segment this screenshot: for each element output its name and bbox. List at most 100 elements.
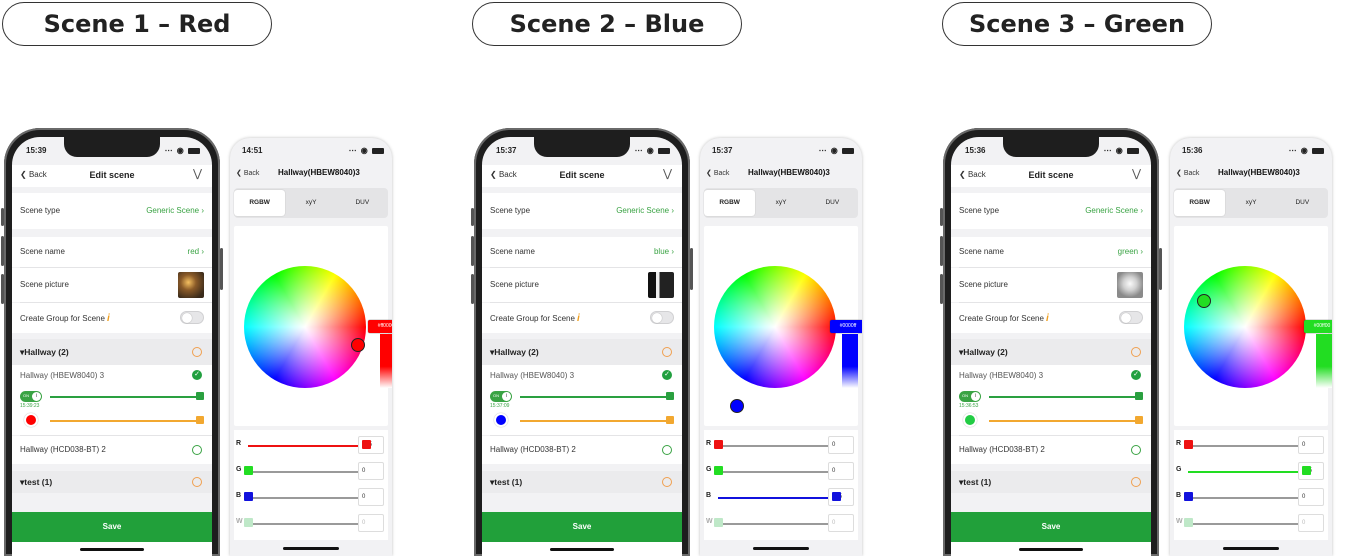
brightness-slider[interactable] [520, 396, 668, 398]
color-temp-slider[interactable] [989, 420, 1137, 422]
checkmark-icon[interactable]: ✓ [662, 370, 672, 380]
tab-xyy[interactable]: xyY [755, 190, 806, 216]
brightness-slider-handle[interactable] [666, 392, 674, 400]
tab-xyy[interactable]: xyY [285, 190, 336, 216]
group-select-circle[interactable] [1131, 347, 1141, 357]
double-chevron-down-icon[interactable]: ⋁ [663, 167, 672, 180]
brightness-bar[interactable] [842, 334, 858, 388]
back-button[interactable]: ❮ Back [706, 169, 729, 177]
tab-duv[interactable]: DUV [807, 190, 858, 216]
group-header[interactable]: ▾Hallway (2) [951, 339, 1151, 365]
slider-track[interactable] [248, 523, 370, 525]
scene-name-row[interactable]: Scene name green › [951, 237, 1151, 267]
info-icon[interactable]: i [1046, 313, 1049, 324]
brightness-slider-handle[interactable] [196, 392, 204, 400]
color-temp-slider[interactable] [50, 420, 198, 422]
color-wheel[interactable] [244, 266, 366, 388]
slider-track[interactable] [248, 471, 370, 473]
slider-track[interactable] [1188, 523, 1310, 525]
slider-handle[interactable] [714, 518, 723, 527]
save-button[interactable]: Save [482, 512, 682, 542]
slider-handle[interactable] [1184, 440, 1193, 449]
scene-picture-thumbnail[interactable] [178, 272, 204, 298]
channel-value-input[interactable]: 0 [828, 462, 854, 480]
slider-handle[interactable] [714, 466, 723, 475]
device-on-toggle[interactable]: ON i [490, 391, 512, 402]
slider-handle[interactable] [244, 466, 253, 475]
color-temp-slider-handle[interactable] [1135, 416, 1143, 424]
slider-handle[interactable] [244, 518, 253, 527]
slider-handle[interactable] [1184, 518, 1193, 527]
slider-track[interactable] [1188, 445, 1310, 447]
device-color-dot[interactable] [494, 413, 508, 427]
group-select-circle[interactable] [192, 347, 202, 357]
color-wheel-handle[interactable] [1197, 294, 1211, 308]
group-select-circle[interactable] [662, 477, 672, 487]
device-select-circle[interactable] [662, 445, 672, 455]
tab-rgbw[interactable]: RGBW [1174, 190, 1226, 216]
channel-value-input[interactable]: 0 [828, 436, 854, 454]
double-chevron-down-icon[interactable]: ⋁ [193, 167, 202, 180]
scene-type-row[interactable]: Scene type Generic Scene › [951, 193, 1151, 229]
slider-track[interactable] [248, 445, 370, 447]
tab-xyy[interactable]: xyY [1225, 190, 1276, 216]
info-icon[interactable]: i [577, 313, 580, 324]
channel-value-input[interactable]: 0 [1298, 514, 1324, 532]
tab-duv[interactable]: DUV [1277, 190, 1328, 216]
device-row[interactable]: Hallway (HCD038-BT) 2 [482, 436, 682, 464]
slider-track[interactable] [718, 523, 840, 525]
slider-handle[interactable] [1184, 492, 1193, 501]
color-temp-slider-handle[interactable] [666, 416, 674, 424]
color-wheel-handle[interactable] [730, 399, 744, 413]
color-temp-slider[interactable] [520, 420, 668, 422]
save-button[interactable]: Save [12, 512, 212, 542]
color-wheel[interactable] [1184, 266, 1306, 388]
slider-handle[interactable] [362, 440, 371, 449]
slider-handle[interactable] [1302, 466, 1311, 475]
device-select-circle[interactable] [1131, 445, 1141, 455]
device-color-dot[interactable] [963, 413, 977, 427]
slider-handle[interactable] [832, 492, 841, 501]
group-select-circle[interactable] [662, 347, 672, 357]
device-select-circle[interactable] [192, 445, 202, 455]
checkmark-icon[interactable]: ✓ [192, 370, 202, 380]
back-button[interactable]: ❮ Back [236, 169, 259, 177]
scene-type-row[interactable]: Scene type Generic Scene › [482, 193, 682, 229]
color-wheel-handle[interactable] [351, 338, 365, 352]
tab-duv[interactable]: DUV [337, 190, 388, 216]
group-header[interactable]: ▾test (1) [951, 471, 1151, 493]
slider-track[interactable] [1188, 497, 1310, 499]
brightness-slider[interactable] [989, 396, 1137, 398]
channel-value-input[interactable]: 0 [1298, 488, 1324, 506]
info-icon[interactable]: i [107, 313, 110, 324]
tab-rgbw[interactable]: RGBW [234, 190, 286, 216]
tab-rgbw[interactable]: RGBW [704, 190, 756, 216]
back-button[interactable]: ❮ Back [1176, 169, 1199, 177]
brightness-slider-handle[interactable] [1135, 392, 1143, 400]
scene-type-row[interactable]: Scene type Generic Scene › [12, 193, 212, 229]
slider-track[interactable] [718, 445, 840, 447]
channel-value-input[interactable]: 0 [358, 514, 384, 532]
device-row[interactable]: Hallway (HCD038-BT) 2 [12, 436, 212, 464]
slider-track[interactable] [718, 471, 840, 473]
double-chevron-down-icon[interactable]: ⋁ [1132, 167, 1141, 180]
scene-picture-row[interactable]: Scene picture [12, 268, 212, 302]
channel-value-input[interactable]: 0 [828, 514, 854, 532]
create-group-toggle[interactable] [180, 311, 204, 324]
save-button[interactable]: Save [951, 512, 1151, 542]
group-header[interactable]: ▾Hallway (2) [12, 339, 212, 365]
device-on-toggle[interactable]: ON i [20, 391, 42, 402]
brightness-bar[interactable] [380, 334, 392, 388]
device-color-dot[interactable] [24, 413, 38, 427]
group-header[interactable]: ▾Hallway (2) [482, 339, 682, 365]
slider-track[interactable] [1188, 471, 1310, 473]
slider-track[interactable] [248, 497, 370, 499]
group-select-circle[interactable] [1131, 477, 1141, 487]
slider-handle[interactable] [244, 492, 253, 501]
scene-name-row[interactable]: Scene name blue › [482, 237, 682, 267]
scene-picture-thumbnail[interactable] [1117, 272, 1143, 298]
slider-handle[interactable] [714, 440, 723, 449]
channel-value-input[interactable]: 0 [358, 462, 384, 480]
checkmark-icon[interactable]: ✓ [1131, 370, 1141, 380]
slider-track[interactable] [718, 497, 840, 499]
